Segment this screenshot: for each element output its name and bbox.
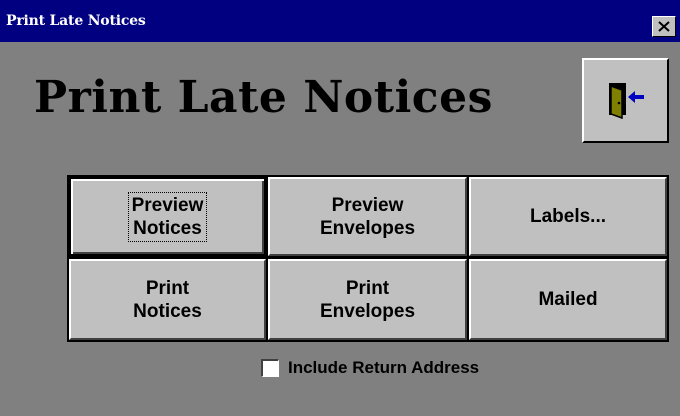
include-return-address-label: Include Return Address (288, 358, 480, 377)
exit-door-icon (609, 83, 644, 120)
window-title: Print Late Notices (6, 13, 146, 29)
preview-envelopes-label: Preview Envelopes (319, 194, 416, 239)
labels-label: Labels... (529, 206, 607, 227)
preview-envelopes-button[interactable]: Preview Envelopes (268, 177, 467, 256)
preview-notices-label: Preview Notices (127, 191, 208, 242)
print-late-notices-window: Print Late Notices Print Late Notices Pr… (0, 0, 680, 416)
close-icon (658, 21, 670, 32)
close-button[interactable] (652, 16, 676, 37)
print-envelopes-button[interactable]: Print Envelopes (268, 259, 467, 340)
print-notices-button[interactable]: Print Notices (69, 259, 266, 340)
labels-button[interactable]: Labels... (469, 177, 667, 256)
exit-button[interactable] (582, 58, 669, 143)
print-envelopes-label: Print Envelopes (319, 277, 416, 322)
mailed-button[interactable]: Mailed (469, 259, 667, 340)
mailed-label: Mailed (538, 289, 598, 310)
action-buttons-grid: Preview Notices Preview Envelopes Labels… (67, 175, 669, 342)
page-title: Print Late Notices (34, 72, 493, 123)
include-return-address-option[interactable]: Include Return Address (261, 357, 479, 379)
preview-notices-button[interactable]: Preview Notices (69, 177, 266, 256)
title-bar: Print Late Notices (0, 0, 680, 42)
print-notices-label: Print Notices (133, 277, 202, 322)
include-return-address-checkbox[interactable] (261, 359, 279, 377)
